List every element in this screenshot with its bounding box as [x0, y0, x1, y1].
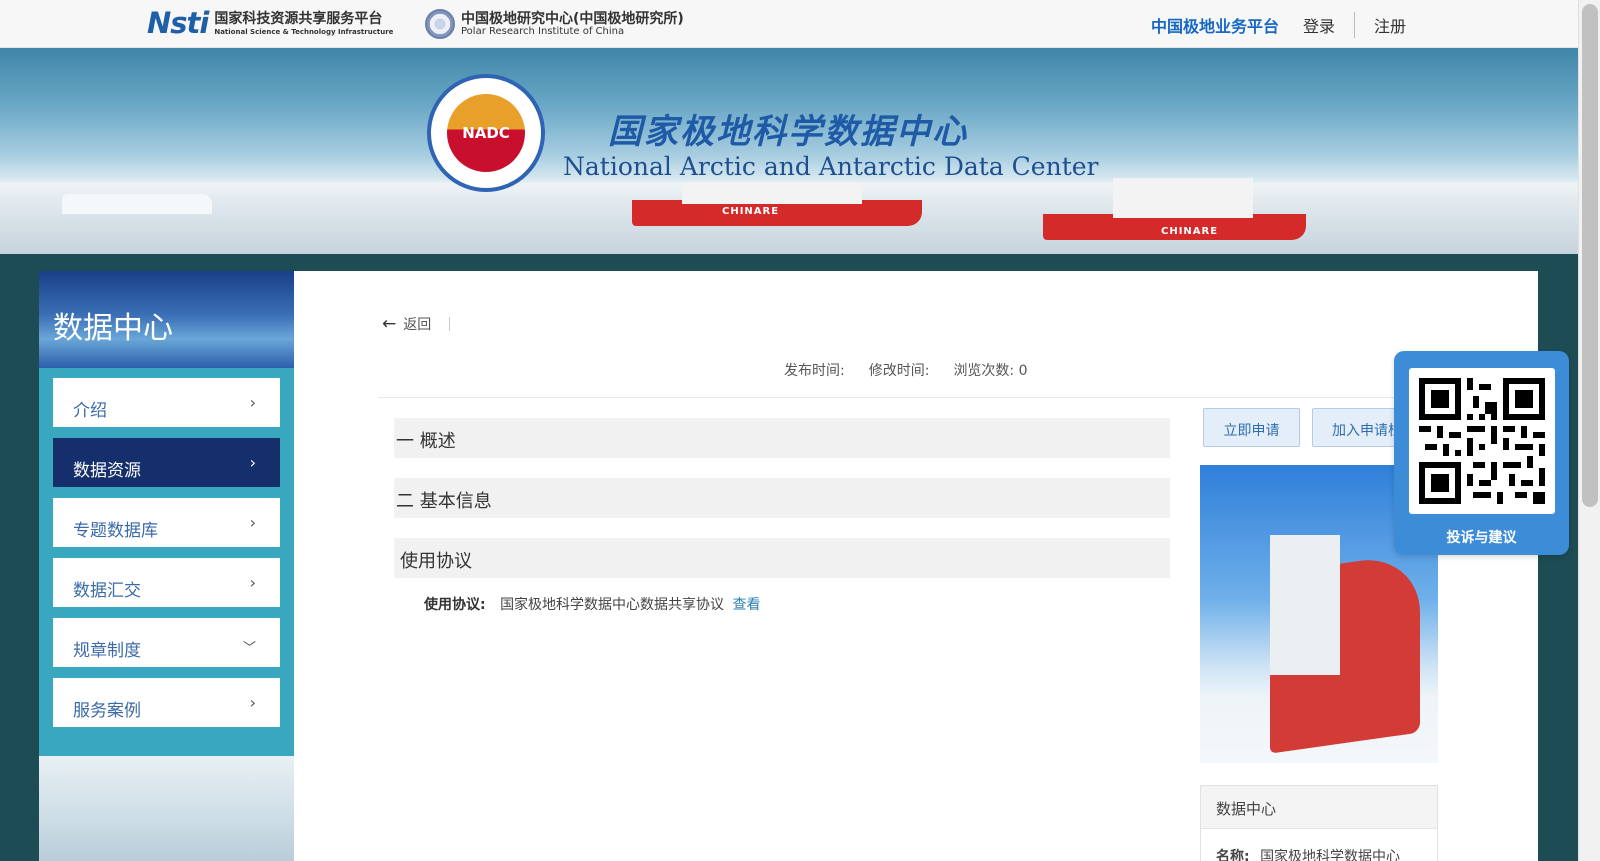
sidebar-item-regulations[interactable]: 规章制度 ﹀ [53, 618, 280, 667]
agreement-label: 使用协议: [424, 597, 486, 613]
sidebar-title: 数据中心 [53, 311, 173, 346]
sidebar: 数据中心 介绍 › 数据资源 › 专题数据库 › 数据汇交 › 规章制度 ﹀ 服… [39, 271, 294, 861]
feedback-label: 投诉与建议 [1446, 530, 1517, 546]
nsti-logo-mark: Nsti [147, 6, 209, 40]
section-overview[interactable]: 一 概述 [394, 418, 1170, 458]
scrollbar[interactable] [1578, 0, 1600, 861]
section-basic-info[interactable]: 二 基本信息 [394, 478, 1170, 518]
scrollbar-thumb[interactable] [1582, 4, 1598, 507]
iceberg-image [62, 194, 212, 214]
sidebar-item-data-resources[interactable]: 数据资源 › [53, 438, 280, 487]
main-content: ← 返回 发布时间: 修改时间: 浏览次数: 0 一 概述 二 基本信息 使用协… [294, 271, 1538, 861]
section-title: 使用协议 [400, 551, 472, 572]
banner-title-cn: 国家极地科学数据中心 [608, 112, 968, 152]
publish-time-label: 发布时间: [784, 363, 845, 379]
divider [378, 397, 1538, 398]
chevron-right-icon: › [249, 573, 256, 592]
sidebar-footer-image [39, 756, 294, 861]
data-center-card: 数据中心 名称: 国家极地科学数据中心 [1200, 785, 1438, 861]
register-link[interactable]: 注册 [1374, 13, 1406, 37]
meta-info: 发布时间: 修改时间: 浏览次数: 0 [784, 360, 1028, 380]
sidebar-menu: 介绍 › 数据资源 › 专题数据库 › 数据汇交 › 规章制度 ﹀ 服务案例 › [39, 368, 294, 727]
divider [449, 317, 451, 331]
sidebar-item-service-cases[interactable]: 服务案例 › [53, 678, 280, 727]
pric-logo[interactable]: 中国极地研究中心(中国极地研究所) Polar Research Institu… [425, 9, 684, 39]
ship-name: CHINARE [1161, 226, 1219, 237]
icebreaker-ship-image: CHINARE [632, 182, 922, 226]
sidebar-item-thematic-db[interactable]: 专题数据库 › [53, 498, 280, 547]
sidebar-item-intro[interactable]: 介绍 › [53, 378, 280, 427]
section-usage-agreement[interactable]: 使用协议 [394, 538, 1170, 578]
nadc-logo: NADC [427, 74, 545, 192]
view-count: 浏览次数: 0 [953, 360, 1027, 380]
sidebar-item-label: 服务案例 [73, 701, 141, 721]
back-label: 返回 [403, 317, 432, 333]
arrow-left-icon: ← [382, 314, 397, 334]
sidebar-item-label: 规章制度 [73, 641, 141, 661]
banner-title-en: National Arctic and Antarctic Data Cente… [563, 152, 1099, 181]
chevron-down-icon: ﹀ [242, 641, 256, 656]
sidebar-header: 数据中心 [39, 271, 294, 368]
section-title: 二 基本信息 [396, 491, 492, 512]
view-agreement-link[interactable]: 查看 [733, 597, 761, 613]
chevron-right-icon: › [249, 393, 256, 412]
ship-name: CHINARE [722, 206, 780, 217]
nsti-logo[interactable]: Nsti 国家科技资源共享服务平台 National Science & Tec… [147, 9, 393, 38]
icebreaker-ship-image: CHINARE [1043, 178, 1306, 240]
sidebar-item-label: 介绍 [73, 401, 107, 421]
banner: NADC 国家极地科学数据中心 National Arctic and Anta… [0, 48, 1578, 254]
sidebar-item-label: 数据资源 [73, 461, 141, 481]
sidebar-item-data-submission[interactable]: 数据汇交 › [53, 558, 280, 607]
nsti-name-en: National Science & Technology Infrastruc… [214, 27, 394, 36]
pric-name-en: Polar Research Institute of China [461, 26, 625, 37]
card-name-value: 国家极地科学数据中心 [1260, 849, 1401, 861]
card-name-row: 名称: 国家极地科学数据中心 [1201, 829, 1437, 861]
nsti-name-cn: 国家科技资源共享服务平台 [214, 10, 383, 27]
pric-name-cn: 中国极地研究中心(中国极地研究所) [461, 11, 684, 27]
pric-seal-icon [425, 9, 455, 39]
usage-agreement-row: 使用协议: 国家极地科学数据中心数据共享协议 查看 [424, 594, 761, 614]
divider [1353, 12, 1355, 38]
qr-code-icon [1419, 378, 1545, 504]
qr-code [1409, 368, 1555, 514]
nadc-logo-text: NADC [462, 124, 510, 142]
chevron-right-icon: › [249, 513, 256, 532]
back-button[interactable]: ← 返回 [382, 314, 451, 334]
view-count-value: 0 [1018, 363, 1028, 379]
modify-time-label: 修改时间: [868, 363, 930, 379]
apply-now-button[interactable]: 立即申请 [1203, 408, 1300, 447]
chevron-right-icon: › [249, 453, 256, 472]
chevron-right-icon: › [249, 693, 256, 712]
view-count-label: 浏览次数: [953, 363, 1015, 379]
login-link[interactable]: 登录 [1303, 13, 1335, 37]
card-title: 数据中心 [1201, 786, 1437, 829]
agreement-value: 国家极地科学数据中心数据共享协议 [500, 597, 725, 613]
card-name-label: 名称: [1216, 849, 1250, 861]
sidebar-item-label: 数据汇交 [73, 581, 141, 601]
section-title: 一 概述 [396, 431, 456, 452]
polar-platform-link[interactable]: 中国极地业务平台 [1151, 13, 1279, 37]
top-links: 中国极地业务平台 登录 注册 [1151, 12, 1406, 38]
feedback-widget[interactable]: 投诉与建议 [1394, 351, 1569, 555]
sidebar-item-label: 专题数据库 [73, 521, 158, 541]
top-bar: Nsti 国家科技资源共享服务平台 National Science & Tec… [0, 0, 1578, 48]
